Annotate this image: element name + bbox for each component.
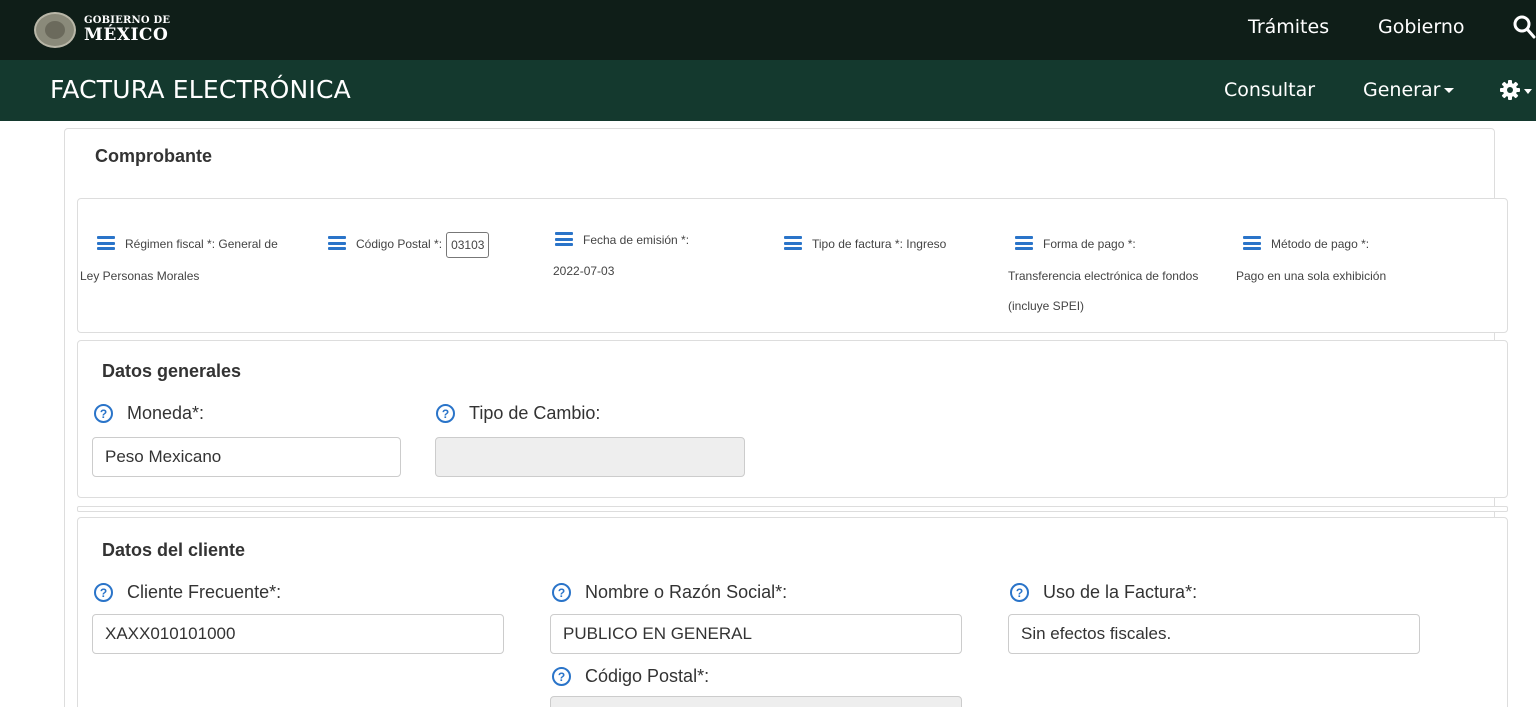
cp-label: Código Postal *: <box>356 237 443 251</box>
fecha-value: 2022-07-03 <box>553 264 615 278</box>
menu-icon <box>784 236 802 250</box>
moneda-label-text: Moneda*: <box>127 403 205 423</box>
metodo-pago-label: Método de pago *: <box>1271 237 1370 251</box>
tipo-factura-value: Ingreso <box>906 237 947 251</box>
nav-consultar[interactable]: Consultar <box>1224 79 1315 101</box>
regimen-label: Régimen fiscal *: <box>125 237 216 251</box>
logo-line2: MÉXICO <box>84 25 169 45</box>
regimen-fiscal-item[interactable]: Régimen fiscal *: General de <box>97 226 278 262</box>
nombre-label-text: Nombre o Razón Social*: <box>585 582 788 602</box>
uso-label-text: Uso de la Factura*: <box>1043 582 1198 602</box>
datos-generales-section: Datos generales ? Moneda*: Peso Mexicano … <box>77 340 1508 498</box>
help-icon[interactable]: ? <box>436 404 455 423</box>
datos-cliente-title: Datos del cliente <box>102 540 246 560</box>
regimen-value-a: General de <box>218 237 278 251</box>
forma-pago-value-b: (incluye SPEI) <box>1008 299 1085 313</box>
tipo-cambio-input[interactable] <box>435 437 745 477</box>
gov-header: GOBIERNO DE MÉXICO Trámites Gobierno <box>0 0 1536 60</box>
cp-cliente-input[interactable] <box>550 696 962 707</box>
section-divider <box>77 506 1508 512</box>
help-icon[interactable]: ? <box>552 667 571 686</box>
nombre-label: ? Nombre o Razón Social*: <box>552 582 787 603</box>
gear-icon[interactable] <box>1500 79 1536 103</box>
nav-generar-label: Generar <box>1363 79 1441 101</box>
comprobante-summary: Régimen fiscal *: General de Ley Persona… <box>77 198 1508 333</box>
menu-icon <box>328 236 346 250</box>
tipo-factura-label: Tipo de factura *: <box>812 237 903 251</box>
tipo-factura-item[interactable]: Tipo de factura *: Ingreso <box>784 226 946 262</box>
tipo-cambio-label: ? Tipo de Cambio: <box>436 403 600 424</box>
help-icon[interactable]: ? <box>94 404 113 423</box>
datos-generales-title: Datos generales <box>102 361 242 381</box>
cp-value: 03103 <box>446 231 490 258</box>
nav-tramites[interactable]: Trámites <box>1248 16 1329 38</box>
cp-cliente-label-text: Código Postal*: <box>585 666 710 686</box>
forma-pago-item[interactable]: Forma de pago *: <box>1015 226 1136 262</box>
moneda-select[interactable]: Peso Mexicano <box>92 437 401 477</box>
app-title[interactable]: FACTURA ELECTRÓNICA <box>50 75 351 104</box>
menu-icon <box>555 232 573 246</box>
datos-cliente-section: Datos del cliente ? Cliente Frecuente*: X… <box>77 517 1508 707</box>
help-icon[interactable]: ? <box>1010 583 1029 602</box>
nav-generar-dropdown[interactable]: Generar <box>1363 79 1455 101</box>
cp-cliente-label: ? Código Postal*: <box>552 666 709 687</box>
menu-icon <box>1243 236 1261 250</box>
uso-label: ? Uso de la Factura*: <box>1010 582 1197 603</box>
search-icon[interactable] <box>1512 14 1536 40</box>
menu-icon <box>97 236 115 250</box>
fecha-label: Fecha de emisión *: <box>583 233 690 247</box>
nombre-razon-social-input[interactable]: PUBLICO EN GENERAL <box>550 614 962 654</box>
metodo-pago-item[interactable]: Método de pago *: <box>1243 226 1369 262</box>
help-icon[interactable]: ? <box>552 583 571 602</box>
gov-logo[interactable]: GOBIERNO DE MÉXICO <box>34 12 170 48</box>
cliente-label: ? Cliente Frecuente*: <box>94 582 281 603</box>
forma-pago-label: Forma de pago *: <box>1043 237 1136 251</box>
seal-icon <box>34 12 76 48</box>
comprobante-title: Comprobante <box>95 146 212 166</box>
menu-icon <box>1015 236 1033 250</box>
app-header: FACTURA ELECTRÓNICA Consultar Generar <box>0 60 1536 121</box>
cliente-label-text: Cliente Frecuente*: <box>127 582 282 602</box>
nav-gobierno[interactable]: Gobierno <box>1378 16 1465 38</box>
moneda-label: ? Moneda*: <box>94 403 204 424</box>
regimen-value-b: Ley Personas Morales <box>80 269 200 283</box>
metodo-pago-value: Pago en una sola exhibición <box>1236 269 1387 283</box>
tipo-cambio-label-text: Tipo de Cambio: <box>469 403 601 423</box>
cliente-frecuente-input[interactable]: XAXX010101000 <box>92 614 504 654</box>
help-icon[interactable]: ? <box>94 583 113 602</box>
codigo-postal-item[interactable]: Código Postal *: 03103 <box>328 226 490 262</box>
uso-factura-select[interactable]: Sin efectos fiscales. <box>1008 614 1420 654</box>
caret-down-icon <box>1444 88 1455 93</box>
